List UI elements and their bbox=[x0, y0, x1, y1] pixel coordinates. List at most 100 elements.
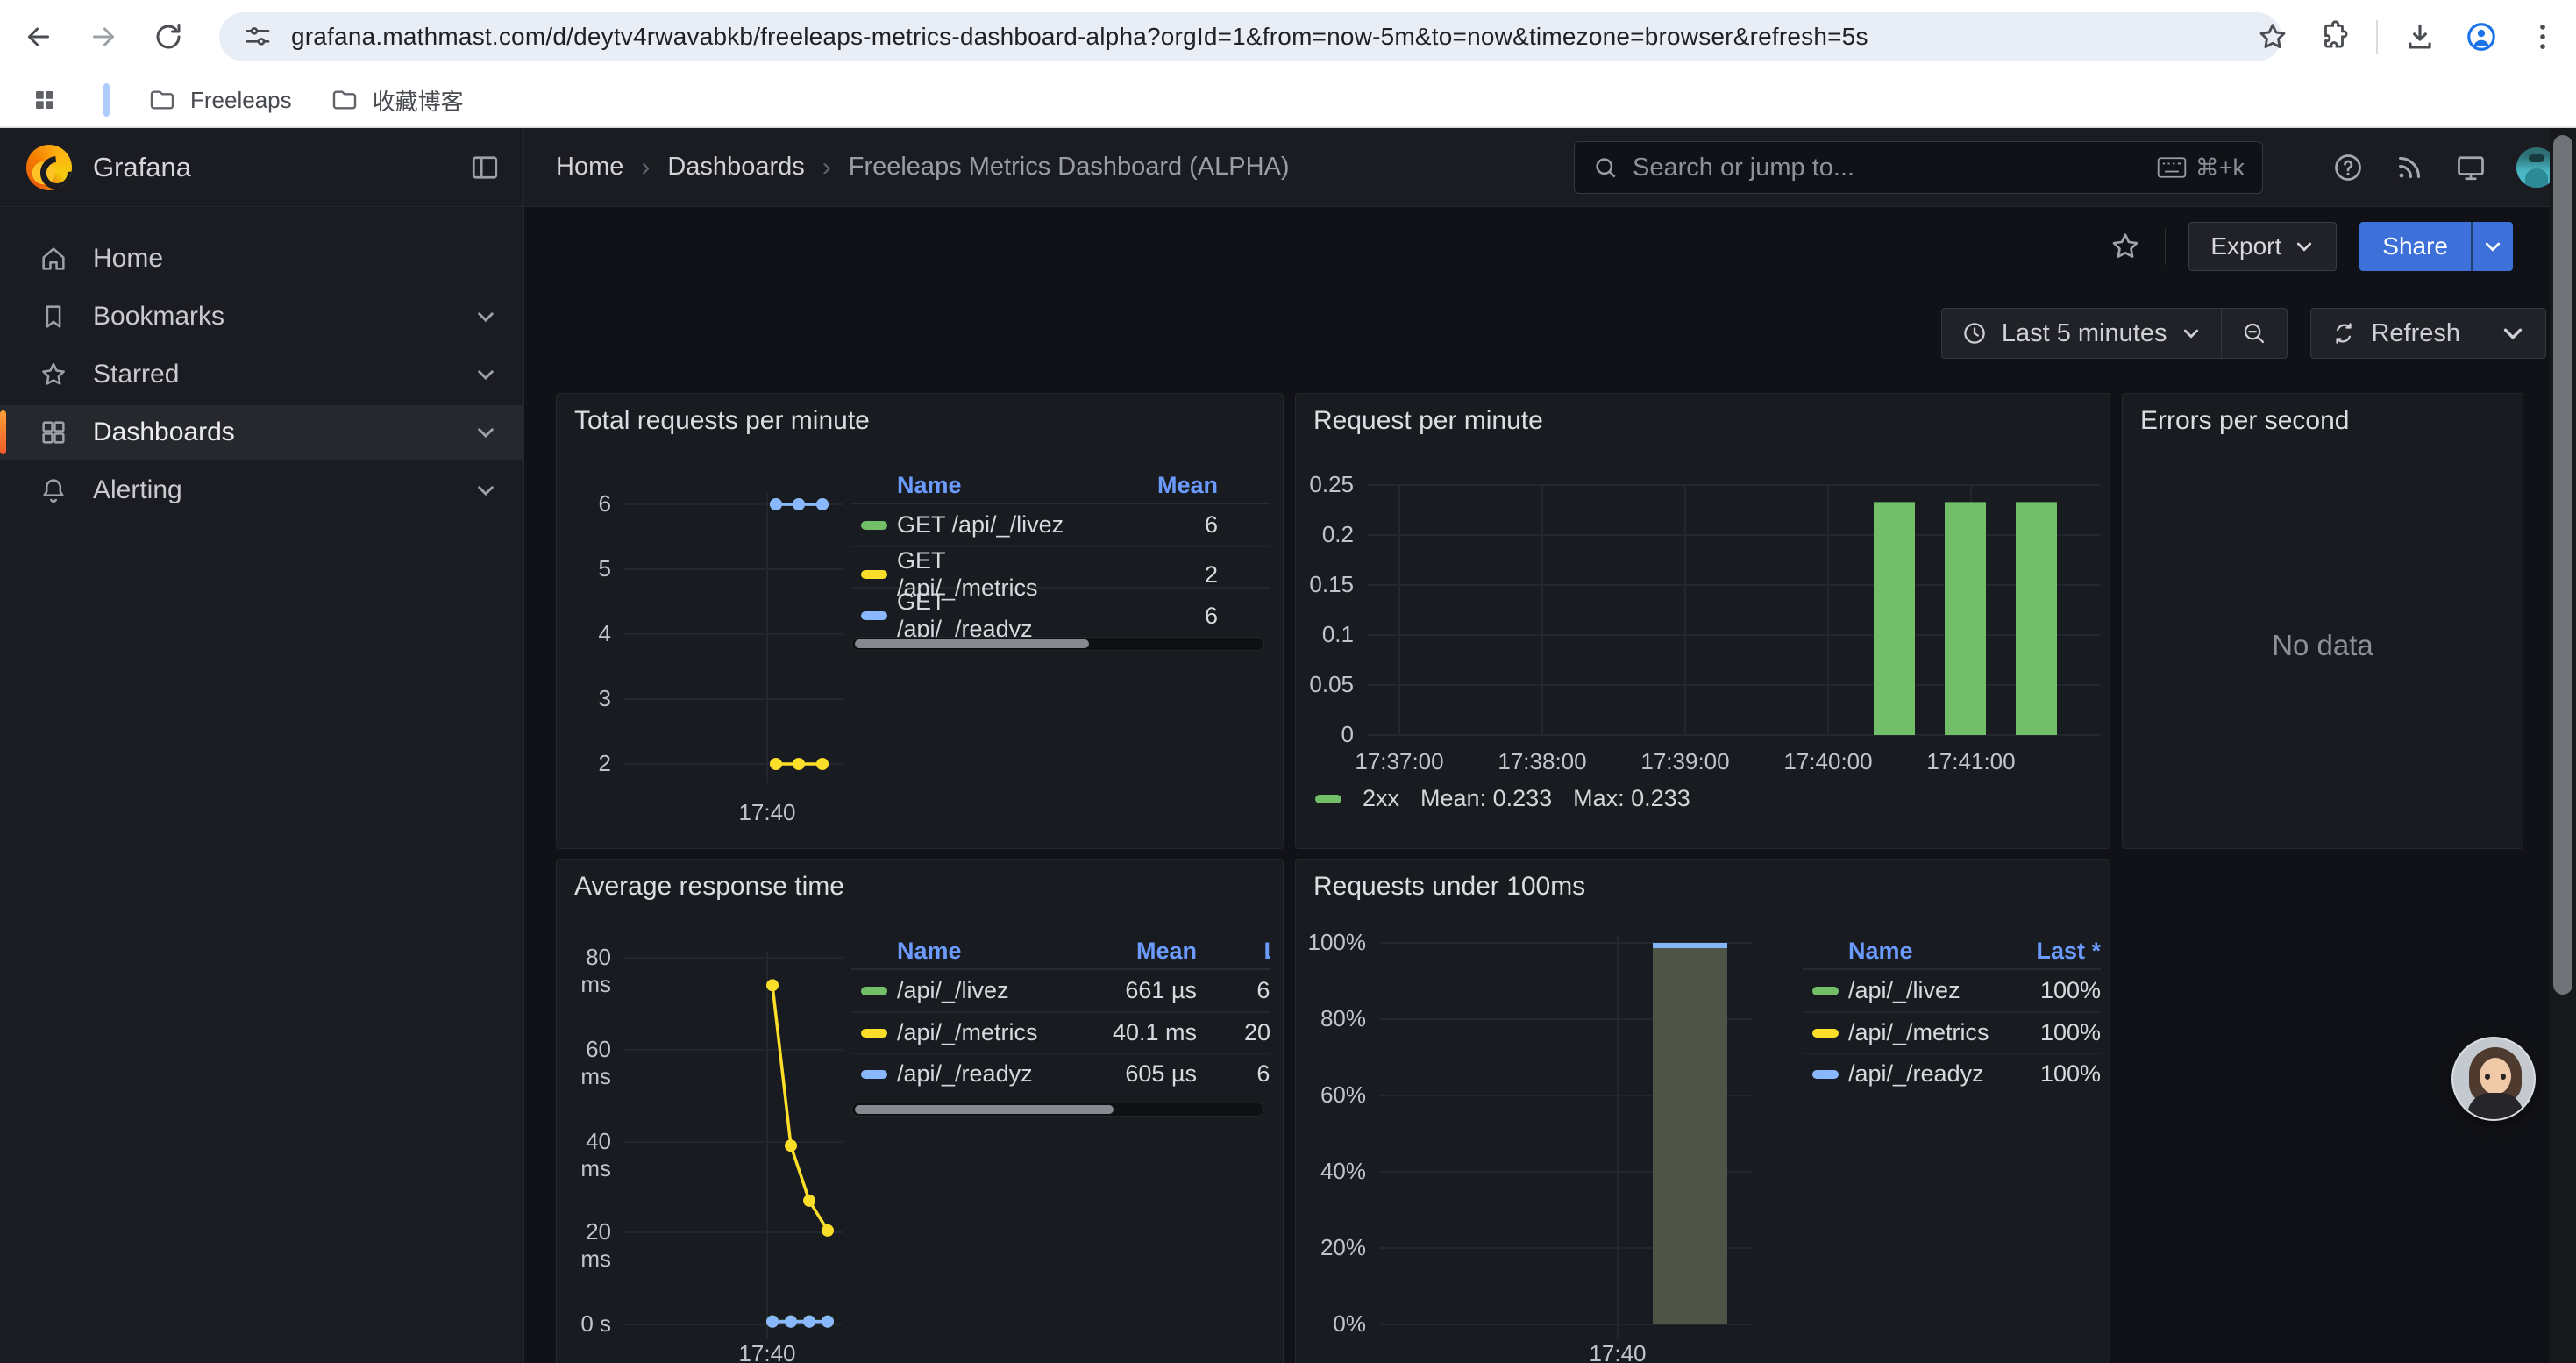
legend-col-mean[interactable]: Mean bbox=[1086, 472, 1218, 499]
series-mean: Mean: 0.233 bbox=[1420, 785, 1552, 812]
series-name[interactable]: /api/_/readyz bbox=[1848, 1060, 2004, 1088]
legend-row[interactable]: /api/_/livez 661 µs 646 µs bbox=[851, 970, 1270, 1011]
sidebar-item[interactable]: Home bbox=[0, 232, 523, 286]
legend-col-mean[interactable]: Mean bbox=[1086, 938, 1197, 965]
series-mean: 40.1 ms bbox=[1086, 1019, 1197, 1046]
address-bar[interactable]: grafana.mathmast.com/d/deytv4rwavabkb/fr… bbox=[219, 12, 2281, 61]
zoom-out-icon bbox=[2241, 320, 2267, 346]
refresh-interval-chevron[interactable] bbox=[2480, 309, 2545, 358]
share-label: Share bbox=[2359, 222, 2471, 271]
sidebar-toggle-icon[interactable] bbox=[469, 152, 501, 183]
legend-scrollbar[interactable] bbox=[851, 637, 1264, 651]
share-menu-chevron[interactable] bbox=[2471, 222, 2513, 271]
favorite-star-icon[interactable] bbox=[2109, 230, 2142, 263]
legend-row[interactable]: GET /api/_/livez 6 bbox=[851, 504, 1270, 546]
series-name[interactable]: /api/_/metrics bbox=[1848, 1019, 2004, 1046]
sidebar-item[interactable]: Dashboards bbox=[0, 405, 523, 460]
legend: 2xx Mean: 0.233 Max: 0.233 bbox=[1315, 785, 1690, 812]
site-settings-icon[interactable] bbox=[244, 23, 272, 51]
legend-header: Name Mean bbox=[851, 467, 1270, 504]
sidebar-item-label: Home bbox=[93, 244, 163, 274]
sidebar-item-label: Starred bbox=[93, 360, 179, 389]
legend-row[interactable]: /api/_/metrics 100% bbox=[1803, 1011, 2101, 1053]
chevron-down-icon bbox=[2294, 236, 2315, 257]
series-name[interactable]: /api/_/livez bbox=[897, 977, 1086, 1004]
page-scrollbar[interactable] bbox=[2550, 128, 2576, 1363]
series-name[interactable]: /api/_/metrics bbox=[897, 1019, 1086, 1046]
news-icon[interactable] bbox=[2394, 152, 2425, 183]
legend-scrollbar[interactable] bbox=[851, 1103, 1264, 1117]
series-name[interactable]: /api/_/livez bbox=[1848, 977, 2004, 1004]
breadcrumb-dashboards[interactable]: Dashboards bbox=[667, 153, 804, 182]
legend-col-name[interactable]: Name bbox=[1848, 938, 2004, 965]
assistant-avatar[interactable] bbox=[2451, 1037, 2536, 1121]
extensions-icon[interactable] bbox=[2315, 18, 2353, 56]
legend-row[interactable]: GET /api/_/metrics 2 bbox=[851, 546, 1270, 587]
sidebar: Home Bookmarks Starred Dashboards bbox=[0, 207, 524, 1363]
chevron-down-icon[interactable] bbox=[474, 363, 497, 386]
panel-request-per-minute[interactable]: Request per minute 0.250.20.150.10.05017… bbox=[1295, 393, 2110, 849]
chevron-down-icon[interactable] bbox=[474, 421, 497, 444]
browser-reload-button[interactable] bbox=[149, 18, 188, 56]
breadcrumb-current: Freeleaps Metrics Dashboard (ALPHA) bbox=[849, 153, 1290, 182]
bookmark-page-icon[interactable] bbox=[2253, 18, 2292, 56]
bookmark-folder-freeleaps[interactable]: Freeleaps bbox=[148, 86, 292, 114]
apps-grid-icon[interactable] bbox=[32, 87, 58, 113]
legend-col-last[interactable]: Last * bbox=[1197, 938, 1270, 965]
panel-requests-under-100ms[interactable]: Requests under 100ms 100%80%60%40%20%0%1… bbox=[1295, 859, 2110, 1363]
series-name[interactable]: /api/_/readyz bbox=[897, 1060, 1086, 1088]
sidebar-item[interactable]: Bookmarks bbox=[0, 289, 523, 344]
browser-back-button[interactable] bbox=[19, 18, 58, 56]
sidebar-item[interactable]: Starred bbox=[0, 347, 523, 402]
export-button[interactable]: Export bbox=[2188, 222, 2337, 271]
browser-profile-icon[interactable] bbox=[2462, 18, 2501, 56]
series-last: 100% bbox=[2004, 1019, 2101, 1046]
sidebar-item[interactable]: Alerting bbox=[0, 463, 523, 517]
legend-col-name[interactable]: Name bbox=[897, 938, 1086, 965]
grafana-logo[interactable] bbox=[26, 145, 72, 190]
breadcrumb-home[interactable]: Home bbox=[556, 153, 623, 182]
time-range-picker[interactable]: Last 5 minutes bbox=[1942, 309, 2222, 358]
zoom-out-time-button[interactable] bbox=[2221, 309, 2287, 358]
legend-row[interactable]: /api/_/metrics 40.1 ms 20.5 ms bbox=[851, 1011, 1270, 1053]
panel-title[interactable]: Errors per second bbox=[2140, 406, 2349, 436]
dashboard-main: Export Share Last 5 minutes bbox=[524, 207, 2576, 1363]
series-color-pill bbox=[1812, 987, 1839, 995]
legend-col-last[interactable]: Last * bbox=[2004, 938, 2101, 965]
scrollbar-thumb[interactable] bbox=[2553, 135, 2572, 995]
legend-row[interactable]: /api/_/livez 100% bbox=[1803, 970, 2101, 1011]
search-shortcut: ⌘+k bbox=[2157, 154, 2245, 182]
series-name[interactable]: GET /api/_/readyz bbox=[897, 589, 1086, 643]
search-input[interactable]: Search or jump to... ⌘+k bbox=[1574, 141, 2263, 194]
chevron-down-icon[interactable] bbox=[474, 305, 497, 328]
url-text[interactable]: grafana.mathmast.com/d/deytv4rwavabkb/fr… bbox=[291, 23, 1868, 51]
help-icon[interactable] bbox=[2332, 152, 2364, 183]
legend-col-name[interactable]: Name bbox=[897, 472, 1086, 499]
series-max: Max: 0.233 bbox=[1573, 785, 1690, 812]
legend-row[interactable]: GET /api/_/readyz 6 bbox=[851, 587, 1270, 628]
axis-tick-label: 6 bbox=[557, 490, 611, 517]
browser-menu-icon[interactable] bbox=[2523, 18, 2562, 56]
browser-forward-button[interactable] bbox=[84, 18, 123, 56]
downloads-icon[interactable] bbox=[2401, 18, 2439, 56]
legend-row[interactable]: /api/_/readyz 605 µs 620 µs bbox=[851, 1053, 1270, 1094]
series-mean: 6 bbox=[1086, 511, 1218, 539]
legend-row[interactable]: /api/_/readyz 100% bbox=[1803, 1053, 2101, 1094]
panel-average-response-time[interactable]: Average response time 80 ms60 ms40 ms20 … bbox=[556, 859, 1284, 1363]
axis-tick-label: 20% bbox=[1296, 1234, 1366, 1261]
share-button[interactable]: Share bbox=[2359, 222, 2513, 271]
chevron-down-icon[interactable] bbox=[474, 479, 497, 502]
monitor-icon[interactable] bbox=[2455, 152, 2487, 183]
panel-errors-per-second[interactable]: Errors per second No data bbox=[2122, 393, 2523, 849]
bookmark-folder-blogs[interactable]: 收藏博客 bbox=[331, 84, 464, 117]
axis-tick-label: 0.15 bbox=[1296, 571, 1354, 598]
series-name[interactable]: 2xx bbox=[1363, 785, 1399, 812]
bookmark-label: Freeleaps bbox=[190, 87, 292, 114]
panel-total-requests-per-minute[interactable]: Total requests per minute 6543217:40 Nam… bbox=[556, 393, 1284, 849]
series-name[interactable]: GET /api/_/livez bbox=[897, 511, 1086, 539]
axis-tick-label: 60% bbox=[1296, 1081, 1366, 1109]
refresh-icon bbox=[2330, 320, 2357, 346]
refresh-button[interactable]: Refresh bbox=[2311, 309, 2480, 358]
axis-tick-label: 3 bbox=[557, 685, 611, 712]
series-color-pill bbox=[861, 987, 887, 995]
